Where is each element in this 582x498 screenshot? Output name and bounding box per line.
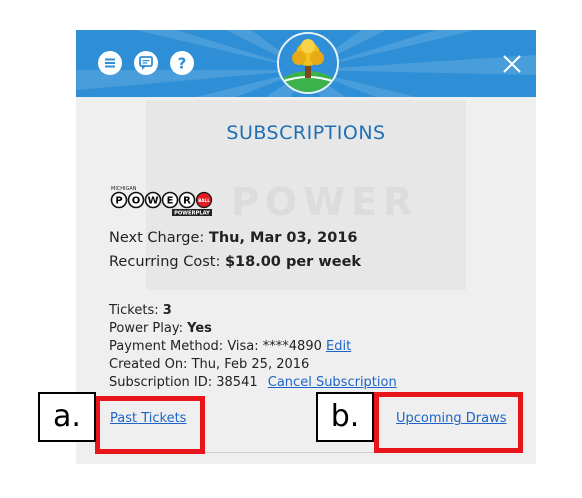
chat-icon — [139, 56, 153, 70]
recurring-cost: Recurring Cost: $18.00 per week — [109, 254, 361, 270]
edit-payment-link[interactable]: Edit — [326, 339, 351, 354]
svg-text:R: R — [183, 196, 191, 207]
next-charge-label: Next Charge: — [109, 230, 205, 246]
subscription-id: Subscription ID: 38541 Cancel Subscripti… — [109, 375, 397, 390]
annotation-label-b: b. — [316, 392, 374, 442]
background-watermark-letters: POWER — [231, 180, 419, 224]
recurring-cost-value: $18.00 per week — [224, 254, 362, 270]
app-header: ? — [76, 30, 536, 97]
hamburger-menu-icon — [105, 58, 115, 68]
subscription-id-label: Subscription ID: 38541 — [109, 375, 258, 390]
svg-text:BALL: BALL — [198, 198, 210, 203]
power-play: Power Play: Yes — [109, 321, 212, 336]
help-button[interactable]: ? — [170, 51, 194, 75]
svg-text:POWERPLAY: POWERPLAY — [174, 211, 210, 217]
tickets: Tickets: 3 — [109, 303, 172, 318]
michigan-lottery-tree-logo[interactable] — [277, 32, 339, 94]
created-on: Created On: Thu, Feb 25, 2016 — [109, 357, 310, 372]
svg-text:?: ? — [178, 55, 187, 73]
svg-text:O: O — [132, 196, 141, 207]
next-charge-value: Thu, Mar 03, 2016 — [208, 230, 358, 246]
tickets-value: 3 — [162, 303, 172, 318]
power-play-label: Power Play: — [109, 321, 183, 336]
tree-logo-icon — [280, 35, 336, 92]
svg-text:P: P — [115, 196, 122, 207]
help-icon: ? — [178, 55, 187, 73]
payment-method-label: Payment Method: Visa: ****4890 — [109, 339, 322, 354]
tickets-label: Tickets: — [109, 303, 159, 318]
next-charge: Next Charge: Thu, Mar 03, 2016 — [109, 230, 358, 246]
highlight-past-tickets — [95, 396, 205, 454]
menu-button[interactable] — [98, 51, 122, 75]
svg-text:W: W — [147, 196, 158, 207]
close-button[interactable] — [500, 52, 524, 76]
cancel-subscription-link[interactable]: Cancel Subscription — [268, 375, 397, 390]
svg-text:MICHIGAN: MICHIGAN — [111, 186, 137, 192]
chat-button[interactable] — [134, 51, 158, 75]
page-title: SUBSCRIPTIONS — [226, 122, 386, 144]
highlight-upcoming-draws — [374, 392, 523, 453]
annotation-label-a: a. — [38, 392, 96, 442]
powerball-powerplay-logo: MICHIGAN P O W E R BALL POWERPLAY — [110, 186, 213, 217]
power-play-value: Yes — [187, 321, 212, 336]
svg-text:E: E — [167, 196, 174, 207]
close-icon — [503, 55, 521, 73]
payment-method: Payment Method: Visa: ****4890 Edit — [109, 339, 351, 354]
recurring-cost-label: Recurring Cost: — [109, 254, 221, 270]
